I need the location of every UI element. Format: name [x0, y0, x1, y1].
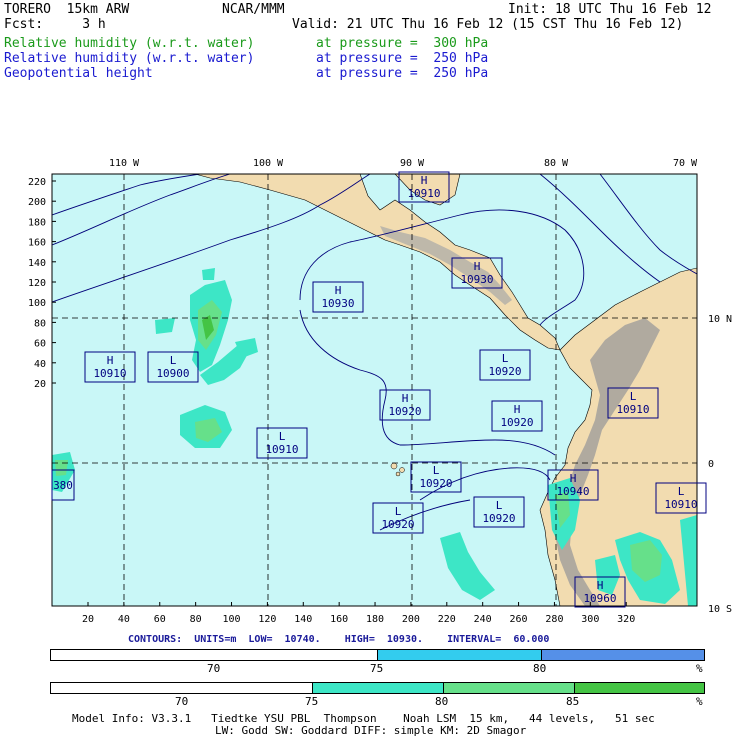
- pressure-center-type: L: [630, 390, 637, 403]
- x-tick-label: 60: [154, 614, 166, 625]
- colorbar-250hpa: [50, 649, 705, 661]
- x-tick-label: 20: [82, 614, 94, 625]
- galapagos-island-2: [399, 467, 405, 473]
- pressure-center-type: H: [474, 260, 481, 273]
- galapagos-island-1: [390, 462, 398, 470]
- pressure-center-value: 10920: [419, 477, 452, 490]
- y-tick-label: 220: [28, 177, 46, 188]
- colorbar2-unit: %: [696, 695, 703, 708]
- weather-map: H10910H10930H10930H10910L10900L10920H109…: [28, 158, 732, 625]
- y-tick-label: 120: [28, 278, 46, 289]
- y-tick-label: 200: [28, 197, 46, 208]
- x-tick-label: 240: [474, 614, 492, 625]
- pressure-center-value: 10910: [265, 443, 298, 456]
- pressure-center-value: 10910: [664, 498, 697, 511]
- x-tick-label: 260: [510, 614, 528, 625]
- colorbar-300hpa: [50, 682, 705, 694]
- pressure-center-type: L: [502, 352, 509, 365]
- pressure-center-type: L: [279, 430, 286, 443]
- pressure-center-type: H: [335, 284, 342, 297]
- pressure-center-type: L: [395, 505, 402, 518]
- pressure-center-type: L: [170, 354, 177, 367]
- pressure-center-value: 10940: [556, 485, 589, 498]
- x-tick-label: 180: [366, 614, 384, 625]
- pressure-center-value: 380: [53, 479, 73, 492]
- colorbar2-tick-75: 75: [305, 695, 319, 708]
- pressure-center-type: L: [433, 464, 440, 477]
- colorbar2-tick-80: 80: [435, 695, 449, 708]
- latitude-label: 10 N: [708, 314, 732, 325]
- y-tick-label: 60: [34, 339, 46, 350]
- pressure-center-value: 10900: [156, 367, 189, 380]
- x-tick-label: 280: [545, 614, 563, 625]
- x-tick-label: 120: [258, 614, 276, 625]
- pressure-center-value: 10930: [321, 297, 354, 310]
- model-info-line2: LW: Godd SW: Goddard DIFF: simple KM: 2D…: [215, 724, 527, 737]
- pressure-center-value: 10910: [616, 403, 649, 416]
- y-tick-label: 160: [28, 238, 46, 249]
- pressure-center-value: 10920: [488, 365, 521, 378]
- pressure-center-type: H: [402, 392, 409, 405]
- colorbar1-tick-75: 75: [370, 662, 384, 675]
- y-tick-label: 20: [34, 379, 46, 390]
- longitude-label: 80 W: [544, 158, 569, 169]
- longitude-label: 100 W: [253, 158, 284, 169]
- latitude-label: 10 S: [708, 604, 732, 615]
- pressure-center-value: 10920: [482, 512, 515, 525]
- y-tick-label: 140: [28, 258, 46, 269]
- latitude-label: 0: [708, 459, 714, 470]
- x-tick-label: 300: [581, 614, 599, 625]
- pressure-center-value: 10910: [407, 187, 440, 200]
- x-tick-label: 40: [118, 614, 130, 625]
- pressure-center-value: 10930: [460, 273, 493, 286]
- pressure-center-value: 10910: [93, 367, 126, 380]
- y-tick-label: 100: [28, 298, 46, 309]
- longitude-label: 70 W: [673, 158, 698, 169]
- pressure-center-value: 10920: [381, 518, 414, 531]
- longitude-label: 90 W: [400, 158, 425, 169]
- x-tick-label: 200: [402, 614, 420, 625]
- contour-info: CONTOURS: UNITS=m LOW= 10740. HIGH= 1093…: [128, 634, 550, 645]
- pressure-center-type: H: [570, 472, 577, 485]
- y-tick-label: 40: [34, 359, 46, 370]
- y-tick-label: 180: [28, 217, 46, 228]
- x-tick-label: 320: [617, 614, 635, 625]
- colorbar2-tick-70: 70: [175, 695, 189, 708]
- pressure-center-type: H: [421, 174, 428, 187]
- x-tick-label: 160: [330, 614, 348, 625]
- pressure-center-type: L: [496, 499, 503, 512]
- pressure-center-value: 10960: [583, 592, 616, 605]
- pressure-center-type: L: [678, 485, 685, 498]
- colorbar1-tick-80: 80: [533, 662, 547, 675]
- x-tick-label: 100: [222, 614, 240, 625]
- x-tick-label: 140: [294, 614, 312, 625]
- galapagos-island-3: [395, 471, 401, 477]
- longitude-label: 110 W: [109, 158, 140, 169]
- pressure-center-type: H: [597, 579, 604, 592]
- pressure-center-value: 10920: [500, 416, 533, 429]
- pressure-center-value: 10920: [388, 405, 421, 418]
- x-tick-label: 220: [438, 614, 456, 625]
- colorbar2-tick-85: 85: [566, 695, 580, 708]
- pressure-center-type: H: [514, 403, 521, 416]
- x-tick-label: 80: [190, 614, 202, 625]
- pressure-center-type: H: [107, 354, 114, 367]
- colorbar1-unit: %: [696, 662, 703, 675]
- colorbar1-tick-70: 70: [207, 662, 221, 675]
- y-tick-label: 80: [34, 318, 46, 329]
